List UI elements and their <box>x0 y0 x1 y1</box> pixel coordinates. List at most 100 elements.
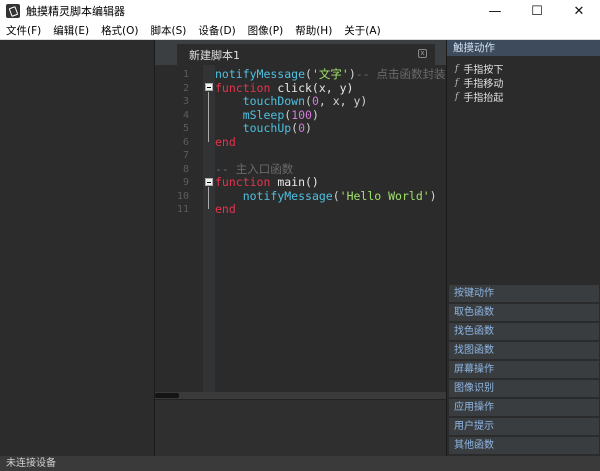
line-number: 1 <box>182 69 189 80</box>
function-item-touch-move[interactable]: f 手指移动 <box>455 75 504 91</box>
maximize-button[interactable]: ☐ <box>516 0 558 22</box>
fold-toggle-icon[interactable] <box>205 178 213 186</box>
line-number: 3 <box>182 96 189 107</box>
tab-label: 新建脚本1 <box>189 48 240 62</box>
menu-help[interactable]: 帮助(H) <box>289 23 338 38</box>
line-number: 8 <box>182 163 189 175</box>
menu-device[interactable]: 设备(D) <box>192 23 241 38</box>
menu-file[interactable]: 文件(F) <box>0 23 47 38</box>
code-line: function click(x, y) <box>215 80 354 96</box>
category-screen[interactable]: 屏幕操作 <box>449 361 599 378</box>
category-image-recognition[interactable]: 图像识别 <box>449 380 599 397</box>
category-header-touch[interactable]: 触摸动作 <box>447 40 600 56</box>
code-line: mSleep(100) <box>215 107 319 123</box>
line-number-gutter: 1 2 3 4 5 6 7 8 9 10 11 <box>155 65 203 392</box>
category-key[interactable]: 按键动作 <box>449 285 599 302</box>
code-line: end <box>215 134 236 150</box>
code-token: touchDown <box>242 94 306 108</box>
menu-bar: 文件(F) 编辑(E) 格式(O) 脚本(S) 设备(D) 图像(P) 帮助(H… <box>0 22 600 40</box>
code-token: '文字' <box>311 67 349 81</box>
status-bar: 未连接设备 <box>0 456 600 471</box>
line-number: 7 <box>182 150 189 161</box>
code-editor[interactable]: notifyMessage('文字')-- 点击函数封装 function cl… <box>215 65 446 392</box>
code-token: mSleep <box>242 107 285 122</box>
line-number: 10 <box>176 190 189 202</box>
menu-image[interactable]: 图像(P) <box>242 23 290 38</box>
line-number: 6 <box>182 136 189 148</box>
code-line: touchUp(0) <box>215 121 312 136</box>
fold-guide <box>208 187 209 209</box>
code-token: click(x, y) <box>270 80 354 95</box>
category-app[interactable]: 应用操作 <box>449 399 599 416</box>
fold-margin <box>203 65 215 392</box>
code-line: function main() <box>215 175 319 190</box>
category-other[interactable]: 其他函数 <box>449 437 599 454</box>
code-line: -- 主入口函数 <box>215 161 294 177</box>
function-label: 手指移动 <box>463 79 504 90</box>
function-item-touch-down[interactable]: f 手指按下 <box>455 61 503 77</box>
menu-script[interactable]: 脚本(S) <box>145 23 193 38</box>
code-token: , x, y) <box>318 94 368 108</box>
horizontal-scrollbar[interactable] <box>155 392 446 399</box>
line-number: 5 <box>182 123 189 134</box>
code-token: touchUp <box>242 121 292 135</box>
function-item-touch-up[interactable]: f 手指抬起 <box>455 89 504 105</box>
menu-edit[interactable]: 编辑(E) <box>47 23 95 38</box>
minimize-button[interactable]: — <box>474 0 516 22</box>
code-token: -- 主入口函数 <box>215 161 294 176</box>
output-panel <box>155 399 446 456</box>
code-line: touchDown(0, x, y) <box>215 94 368 109</box>
category-get-color[interactable]: 取色函数 <box>449 304 599 321</box>
code-token: end <box>215 202 236 216</box>
code-token: main() <box>270 175 319 189</box>
function-icon: f <box>455 91 459 102</box>
window-controls: — ☐ ✕ <box>474 0 600 22</box>
code-token: 100 <box>291 107 312 122</box>
code-token: 0 <box>298 121 306 135</box>
tab-script-1[interactable]: 新建脚本1 x <box>177 44 435 65</box>
window-title: 触摸精灵脚本编辑器 <box>26 5 125 18</box>
code-token: ) <box>429 188 437 203</box>
tab-close-icon[interactable]: x <box>418 49 427 58</box>
app-icon <box>6 4 20 18</box>
code-token: function <box>215 80 271 95</box>
line-number: 2 <box>182 82 189 94</box>
code-token: ( <box>305 67 312 81</box>
code-token: 0 <box>311 94 319 108</box>
function-panel: 触摸动作 f 手指按下 f 手指移动 f 手指抬起 按键动作 取色函数 找色函数… <box>446 40 600 456</box>
menu-format[interactable]: 格式(O) <box>95 23 144 38</box>
category-find-color[interactable]: 找色函数 <box>449 323 599 340</box>
function-label: 手指抬起 <box>463 93 504 104</box>
line-number: 9 <box>182 177 189 188</box>
line-number: 11 <box>176 204 189 215</box>
close-button[interactable]: ✕ <box>558 0 600 22</box>
editor-tab-bar: 新建脚本1 x <box>155 40 446 65</box>
title-bar: 触摸精灵脚本编辑器 — ☐ ✕ <box>0 0 600 22</box>
code-token: end <box>215 134 236 149</box>
line-number: 4 <box>182 109 189 121</box>
code-token: function <box>215 175 271 189</box>
category-user-prompt[interactable]: 用户提示 <box>449 418 599 435</box>
code-token: notifyMessage <box>242 188 333 203</box>
code-token: 'Hello World' <box>339 188 430 203</box>
fold-guide <box>208 92 209 142</box>
code-line: notifyMessage('文字')-- 点击函数封装 <box>215 67 446 82</box>
function-icon: f <box>455 63 459 74</box>
fold-toggle-icon[interactable] <box>205 83 213 91</box>
category-find-image[interactable]: 找图函数 <box>449 342 599 359</box>
menu-about[interactable]: 关于(A) <box>338 23 386 38</box>
code-token: ) <box>305 121 312 135</box>
scrollbar-thumb[interactable] <box>155 393 179 398</box>
left-panel <box>0 40 155 456</box>
code-token: ( <box>305 94 312 108</box>
code-token: -- 点击函数封装 <box>355 67 446 81</box>
function-icon: f <box>455 77 459 88</box>
code-token: ) <box>348 67 356 81</box>
code-line: end <box>215 202 236 217</box>
code-line: notifyMessage('Hello World') <box>215 188 437 204</box>
code-token: ) <box>311 107 319 122</box>
